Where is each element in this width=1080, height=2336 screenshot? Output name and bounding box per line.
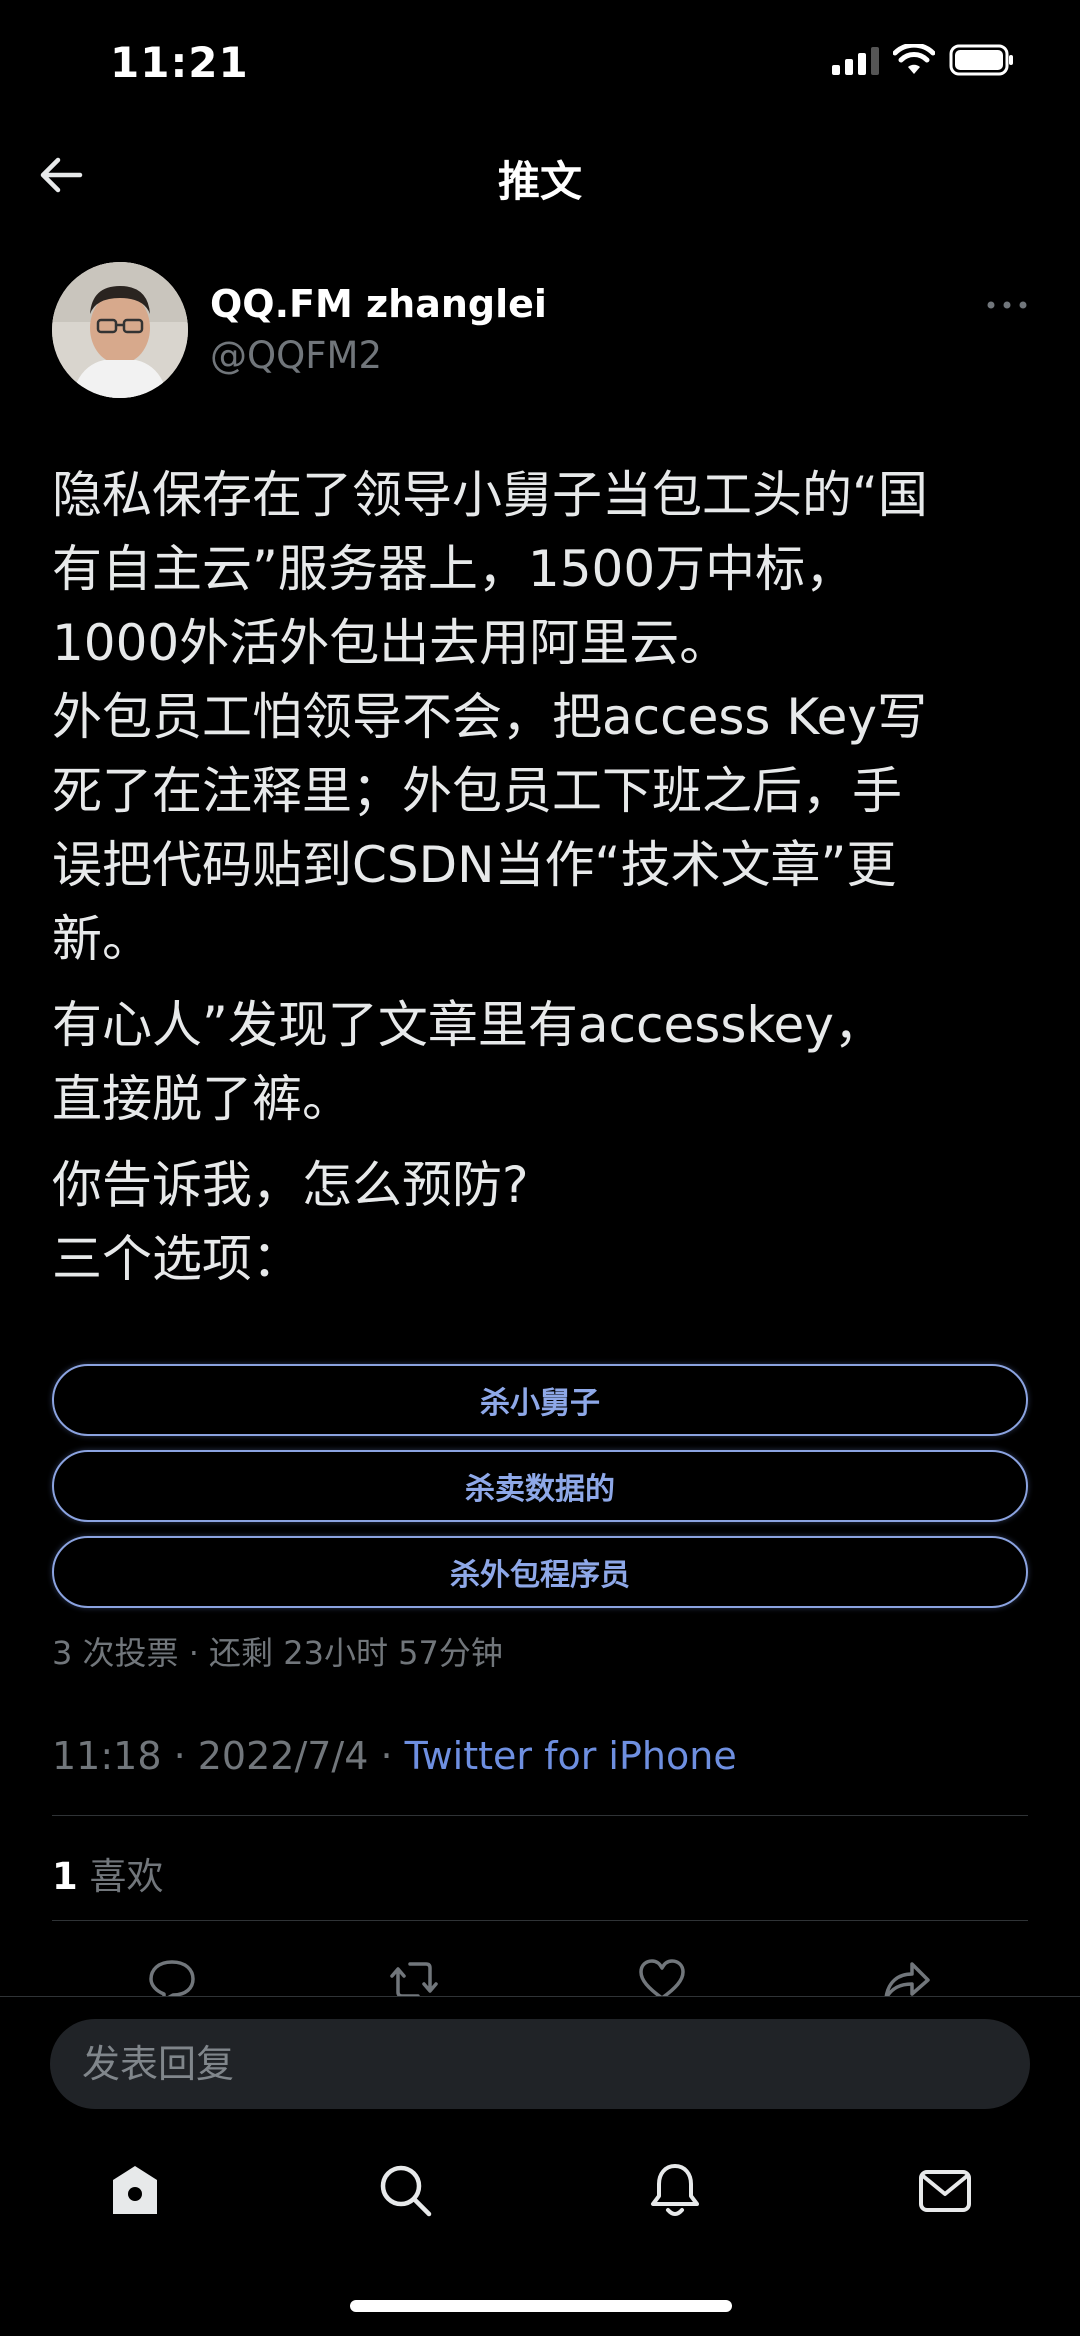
tweet-line: 直接脱了裤。 [52, 1070, 352, 1128]
status-icons [832, 44, 1015, 76]
author-handle[interactable]: @QQFM2 [210, 334, 382, 377]
bottom-tab-bar [0, 2160, 1080, 2250]
tweet-line: 隐私保存在了领导小舅子当包工头的“国 [52, 466, 928, 524]
tweet-line: 三个选项： [52, 1230, 302, 1288]
tweet-line: 你告诉我，怎么预防? [52, 1156, 529, 1214]
poll-option[interactable]: 杀卖数据的 [52, 1450, 1028, 1522]
battery-icon [949, 44, 1013, 76]
source-link[interactable]: Twitter for iPhone [405, 1734, 737, 1778]
avatar-photo [52, 262, 188, 398]
cellular-signal-icon [832, 45, 879, 75]
avatar[interactable] [52, 262, 188, 398]
tweet-line: 有心人”发现了文章里有accesskey， [52, 996, 884, 1054]
tweet-line: 新。 [52, 910, 152, 968]
tweet-line: 1000外活外包出去用阿里云。 [52, 614, 730, 672]
tweet-line: 有自主云”服务器上，1500万中标， [52, 540, 856, 598]
top-nav-bar: 推文 [0, 120, 1080, 230]
page-title: 推文 [497, 157, 582, 206]
timestamp-text: 11:18 · 2022/7/4 · [52, 1734, 405, 1778]
tweet-line: 外包员工怕领导不会，把access Key写 [52, 688, 928, 746]
divider [52, 1815, 1028, 1816]
poll: 杀小舅子 杀卖数据的 杀外包程序员 [52, 1364, 1028, 1622]
tweet-text: 隐私保存在了领导小舅子当包工头的“国 有自主云”服务器上，1500万中标， 10… [52, 458, 1042, 1308]
tweet-timestamp: 11:18 · 2022/7/4 · Twitter for iPhone [52, 1734, 737, 1778]
likes-label: 喜欢 [77, 1855, 164, 1898]
poll-option[interactable]: 杀外包程序员 [52, 1536, 1028, 1608]
poll-option[interactable]: 杀小舅子 [52, 1364, 1028, 1436]
notifications-icon[interactable] [645, 2160, 705, 2220]
likes-count[interactable]: 1 喜欢 [52, 1846, 164, 1900]
likes-number: 1 [52, 1855, 78, 1898]
wifi-icon [893, 44, 935, 74]
tweet-line: 死了在注释里；外包员工下班之后，手 [52, 762, 902, 820]
status-bar: 11:21 [0, 0, 1080, 120]
tweet-detail-screen: 11:21 推文 QQ.FM zhanglei @QQFM2 隐私保存在了领导小… [0, 0, 1080, 2336]
author-name[interactable]: QQ.FM zhanglei [210, 282, 547, 326]
home-icon[interactable] [105, 2160, 165, 2220]
tweet-paragraph: 有心人”发现了文章里有accesskey， 直接脱了裤。 [52, 988, 1042, 1136]
tweet-paragraph: 你告诉我，怎么预防? 三个选项： [52, 1148, 1042, 1296]
poll-meta: 3 次投票 · 还剩 23小时 57分钟 [52, 1634, 503, 1672]
more-icon[interactable] [982, 290, 1032, 320]
home-indicator[interactable] [350, 2300, 732, 2312]
status-time: 11:21 [110, 38, 249, 87]
search-icon[interactable] [375, 2160, 435, 2220]
messages-icon[interactable] [915, 2160, 975, 2220]
reply-input[interactable] [50, 2019, 1030, 2109]
tweet-line: 误把代码贴到CSDN当作“技术文章”更 [52, 836, 897, 894]
tweet-paragraph: 隐私保存在了领导小舅子当包工头的“国 有自主云”服务器上，1500万中标， 10… [52, 458, 1042, 976]
divider [52, 1920, 1028, 1921]
